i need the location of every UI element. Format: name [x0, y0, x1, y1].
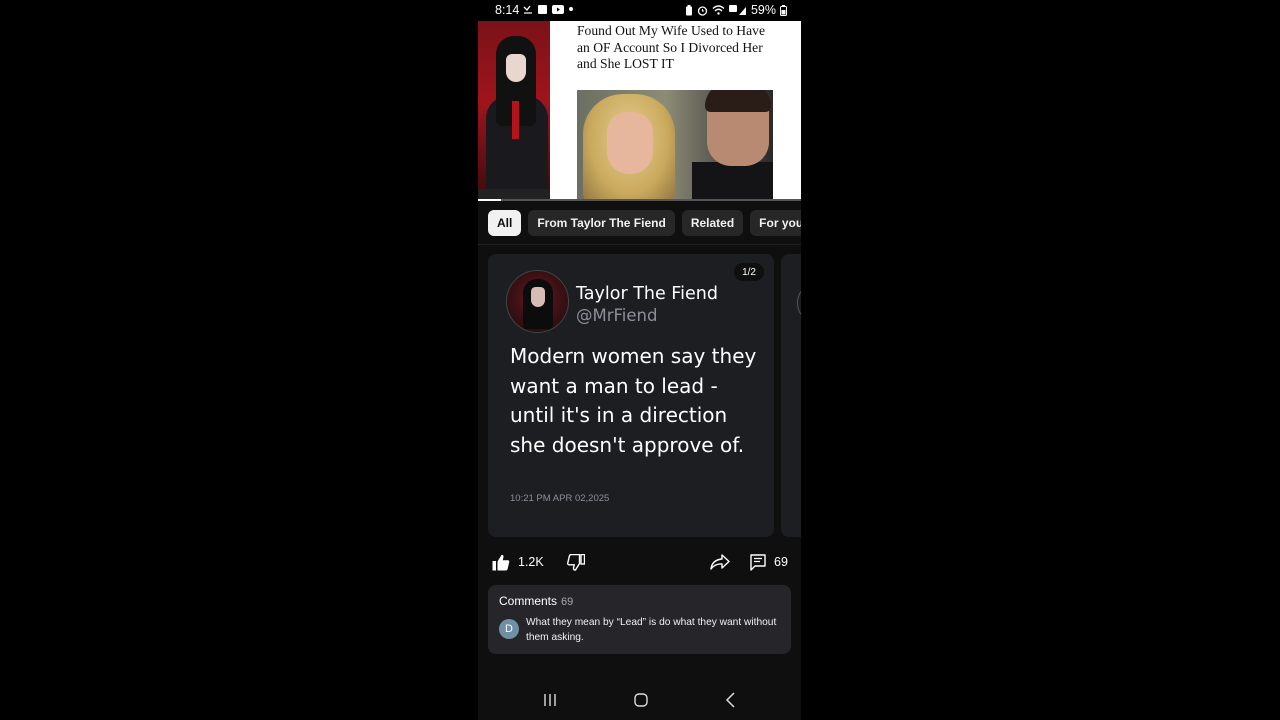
home-icon — [634, 693, 648, 707]
more-notifications-icon — [569, 7, 573, 11]
recent-apps-icon — [544, 694, 556, 706]
post-text: Modern women say they want a man to lead… — [510, 344, 757, 457]
missed-call-icon — [523, 5, 532, 14]
post-timestamp: 10:21 PM APR 02,2025 — [510, 493, 610, 504]
battery-icon — [780, 4, 787, 16]
video-player[interactable]: Found Out My Wife Used to Have an OF Acc… — [478, 21, 801, 201]
home-button[interactable] — [629, 690, 653, 710]
chip-related[interactable]: Related — [681, 210, 744, 236]
comments-button[interactable]: 69 — [750, 548, 788, 576]
back-icon — [725, 692, 735, 708]
status-right: 59% — [685, 3, 787, 17]
gallery-icon — [538, 4, 547, 14]
author-name[interactable]: Taylor The Fiend — [576, 284, 718, 304]
thumbs-down-icon — [567, 553, 585, 571]
back-button[interactable] — [719, 690, 743, 710]
5g-signal-icon — [728, 4, 746, 15]
system-nav-bar — [478, 680, 801, 720]
chip-all[interactable]: All — [488, 210, 522, 236]
like-button[interactable]: 1.2K — [492, 548, 544, 576]
author-handle: @MrFiend — [576, 306, 658, 325]
status-bar: 8:14 59% — [478, 0, 801, 21]
share-button[interactable] — [710, 548, 730, 576]
thumbs-up-icon — [492, 554, 510, 570]
wifi-icon — [712, 5, 725, 15]
divider — [478, 244, 801, 245]
comment-count: 69 — [774, 555, 788, 569]
comments-preview[interactable]: Comments 69 D What they mean by “Lead” is… — [488, 585, 791, 654]
chip-from-channel[interactable]: From Taylor The Fiend — [528, 210, 675, 236]
filter-chips: All From Taylor The Fiend Related For yo… — [488, 210, 801, 236]
battery-percent: 59% — [750, 3, 776, 17]
recent-apps-button[interactable] — [538, 690, 562, 710]
comments-label: Comments — [499, 594, 558, 608]
action-row: 1.2K 69 — [478, 548, 801, 576]
like-count: 1.2K — [518, 555, 544, 569]
share-icon — [710, 554, 730, 570]
page-indicator-badge: 1/2 — [734, 263, 764, 281]
notification-icons — [523, 4, 573, 14]
status-time: 8:14 — [495, 3, 520, 17]
commenter-avatar: D — [499, 619, 519, 639]
video-overlay-title: Found Out My Wife Used to Have an OF Acc… — [577, 23, 765, 71]
video-photo-image — [577, 90, 773, 201]
alarm-icon — [697, 5, 708, 16]
next-post-card[interactable] — [781, 254, 801, 537]
author-avatar[interactable] — [506, 270, 569, 333]
comments-count: 69 — [561, 596, 574, 608]
phone-screen: 8:14 59% Found Out My Wife Used to Have … — [478, 0, 801, 720]
youtube-notification-icon — [552, 4, 564, 14]
community-post-card[interactable]: 1/2 Taylor The Fiend @MrFiend Modern wom… — [488, 254, 774, 537]
comments-icon — [750, 553, 766, 571]
vtuber-avatar-image — [478, 21, 550, 201]
comment-text: What they mean by “Lead” is do what they… — [526, 617, 777, 643]
battery-saver-icon — [685, 4, 692, 15]
video-progress-fill — [478, 199, 501, 201]
video-progress-track[interactable] — [478, 199, 801, 201]
comments-header: Comments 69 — [499, 594, 573, 608]
chip-for-you[interactable]: For you — [750, 210, 801, 236]
dislike-button[interactable] — [567, 548, 585, 576]
